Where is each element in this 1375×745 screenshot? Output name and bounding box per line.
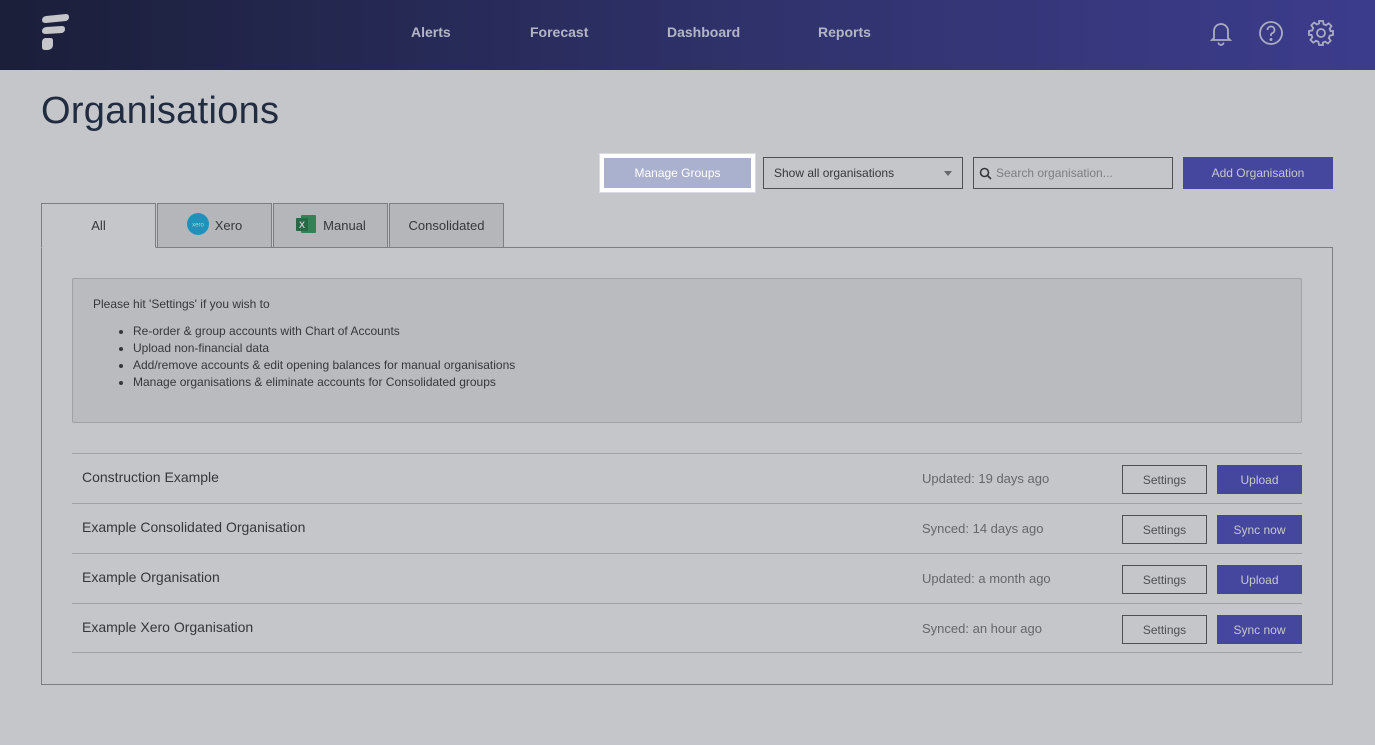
excel-icon: X [295,213,317,238]
svg-text:xero: xero [192,223,204,229]
tab-label: Manual [323,218,366,233]
organisation-name[interactable]: Example Consolidated Organisation [82,519,305,535]
nav-reports[interactable]: Reports [818,24,871,40]
top-icons [1207,18,1335,48]
organisation-row: Example Consolidated Organisation Synced… [72,503,1302,553]
tab-label: All [91,218,106,233]
organisation-status: Updated: 19 days ago [922,471,1050,486]
upload-button[interactable]: Upload [1217,465,1302,494]
organisation-row: Example Xero Organisation Synced: an hou… [72,603,1302,653]
settings-info-box: Please hit 'Settings' if you wish to Re-… [72,278,1302,423]
list-item: Add/remove accounts & edit opening balan… [133,357,1281,374]
organisation-name[interactable]: Example Organisation [82,569,220,585]
info-intro: Please hit 'Settings' if you wish to [93,297,270,311]
info-list: Re-order & group accounts with Chart of … [93,323,1281,391]
organisation-status: Synced: an hour ago [922,621,1042,636]
nav-alerts[interactable]: Alerts [411,24,451,40]
organisation-list: Construction Example Updated: 19 days ag… [72,453,1302,653]
svg-text:X: X [299,220,305,230]
gear-icon[interactable] [1307,18,1335,48]
search-box[interactable] [973,157,1173,189]
nav-forecast[interactable]: Forecast [530,24,588,40]
tab-label: Consolidated [408,218,485,233]
tab-all[interactable]: All [41,203,156,248]
upload-button[interactable]: Upload [1217,565,1302,594]
sync-now-button[interactable]: Sync now [1217,515,1302,544]
search-icon [974,158,996,188]
list-item: Re-order & group accounts with Chart of … [133,323,1281,340]
xero-icon: xero [186,213,209,238]
nav-dashboard[interactable]: Dashboard [667,24,740,40]
add-organisation-button[interactable]: Add Organisation [1183,157,1333,189]
list-item: Manage organisations & eliminate account… [133,374,1281,391]
bell-icon[interactable] [1207,18,1235,48]
caret-down-icon [944,171,952,176]
page-title: Organisations [41,90,280,132]
settings-button[interactable]: Settings [1122,615,1207,644]
tab-xero[interactable]: xero Xero [157,203,272,248]
tab-consolidated[interactable]: Consolidated [389,203,504,248]
main-nav: Alerts Forecast Dashboard Reports [0,0,1375,70]
settings-button[interactable]: Settings [1122,515,1207,544]
settings-button[interactable]: Settings [1122,465,1207,494]
organisation-row: Construction Example Updated: 19 days ag… [72,453,1302,503]
sync-now-button[interactable]: Sync now [1217,615,1302,644]
organisation-status: Synced: 14 days ago [922,521,1044,536]
organisation-row: Example Organisation Updated: a month ag… [72,553,1302,603]
manage-groups-button[interactable]: Manage Groups [599,153,756,193]
settings-button[interactable]: Settings [1122,565,1207,594]
list-item: Upload non-financial data [133,340,1281,357]
filter-selected-value: Show all organisations [774,166,895,180]
help-icon[interactable] [1257,18,1285,48]
organisation-name[interactable]: Construction Example [82,469,219,485]
search-input[interactable] [996,166,1166,180]
organisation-status: Updated: a month ago [922,571,1051,586]
organisation-name[interactable]: Example Xero Organisation [82,619,253,635]
organisation-filter-select[interactable]: Show all organisations [763,157,963,189]
organisations-panel: Please hit 'Settings' if you wish to Re-… [41,247,1333,685]
tab-label: Xero [214,218,243,233]
tab-manual[interactable]: X Manual [273,203,388,248]
top-navbar: Alerts Forecast Dashboard Reports [0,0,1375,70]
